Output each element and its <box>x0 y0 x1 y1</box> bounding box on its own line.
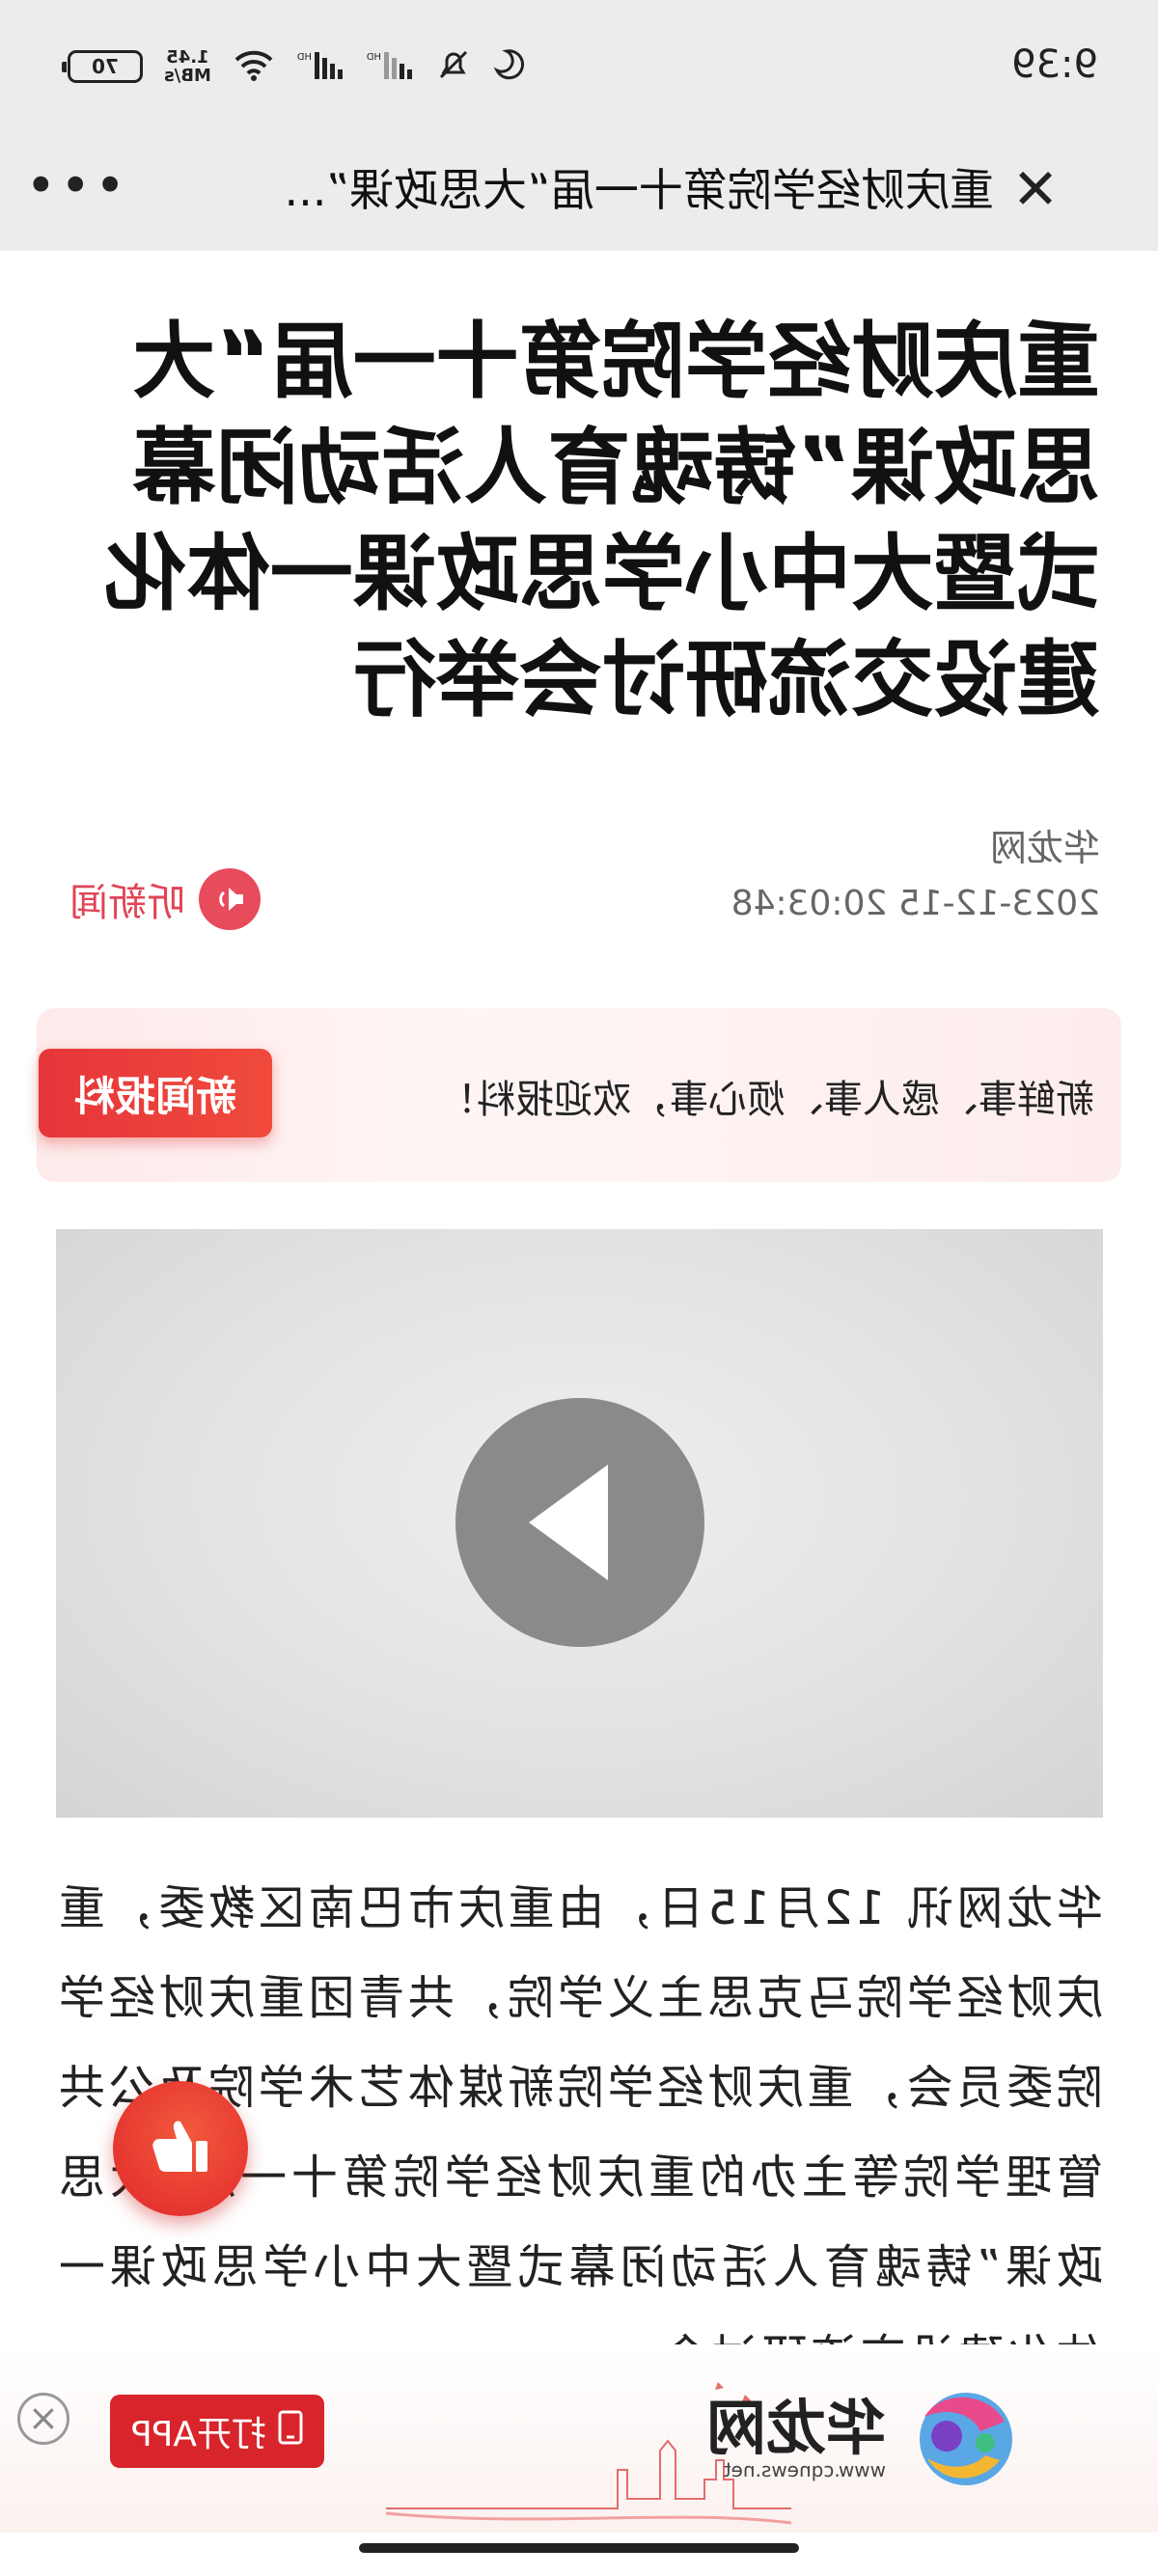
huanglong-logo-icon <box>920 2393 1012 2485</box>
status-bar: 9:39 HD HD 1.45 MB/s 70 <box>0 0 1158 130</box>
video-player[interactable] <box>56 1229 1103 1818</box>
article-source: 华龙网 <box>989 827 1100 869</box>
more-icon[interactable]: ••• <box>21 155 125 216</box>
brand-name: 华龙网 <box>705 2393 886 2463</box>
like-button[interactable] <box>113 2081 248 2216</box>
network-speed: 1.45 MB/s <box>164 47 211 86</box>
signal-hd-icon: HD <box>366 48 414 85</box>
open-app-label: 打开APP <box>130 2415 267 2454</box>
article-datetime: 2023-12-15 20:03:48 <box>731 884 1100 923</box>
thumbs-up-icon <box>144 2110 217 2187</box>
wifi-icon <box>233 48 275 85</box>
close-icon[interactable]: ✕ <box>1006 156 1065 222</box>
brand-url: www.cqnews.net <box>723 2458 886 2481</box>
moon-icon <box>493 47 528 86</box>
svg-text:HD: HD <box>296 52 312 63</box>
status-icons: HD HD 1.45 MB/s 70 <box>68 46 528 87</box>
battery-level: 70 <box>92 55 119 78</box>
play-icon[interactable] <box>455 1398 704 1647</box>
open-app-button[interactable]: 打开APP <box>110 2395 324 2468</box>
network-speed-value: 1.45 <box>166 47 209 68</box>
banner-close-icon[interactable]: × <box>17 2393 69 2445</box>
home-indicator[interactable] <box>359 2543 799 2553</box>
bell-muted-icon <box>435 46 472 87</box>
listen-news-button[interactable]: 听新闻 <box>69 868 261 930</box>
phone-icon <box>278 2410 303 2453</box>
news-tip-button[interactable]: 新闻报料 <box>39 1049 272 1137</box>
nav-bar: ✕ 重庆财经学院第十一届“大思政课”... ••• <box>0 130 1158 251</box>
status-time: 9:39 <box>1011 42 1098 87</box>
network-speed-unit: MB/s <box>164 66 211 86</box>
nav-title: 重庆财经学院第十一届“大思政课”... <box>284 164 994 216</box>
news-tip-banner: 新鲜事、感人事、烦心事，欢迎报料！ 新闻报料 <box>37 1008 1121 1182</box>
article-headline: 重庆财经学院第十一届“大思政课”铸魂育人活动闭幕式暨大中小学思政课一体化建设交流… <box>104 314 1100 728</box>
battery-icon: 70 <box>68 50 143 83</box>
listen-news-label: 听新闻 <box>69 881 185 925</box>
signal-hd-icon: HD <box>296 48 345 85</box>
app-download-banner: × 打开APP 华龙网 www.cqnews.net <box>0 2344 1158 2533</box>
speaker-icon <box>199 868 261 930</box>
svg-text:HD: HD <box>366 52 381 63</box>
news-tip-text: 新鲜事、感人事、烦心事，欢迎报料！ <box>438 1078 1094 1122</box>
